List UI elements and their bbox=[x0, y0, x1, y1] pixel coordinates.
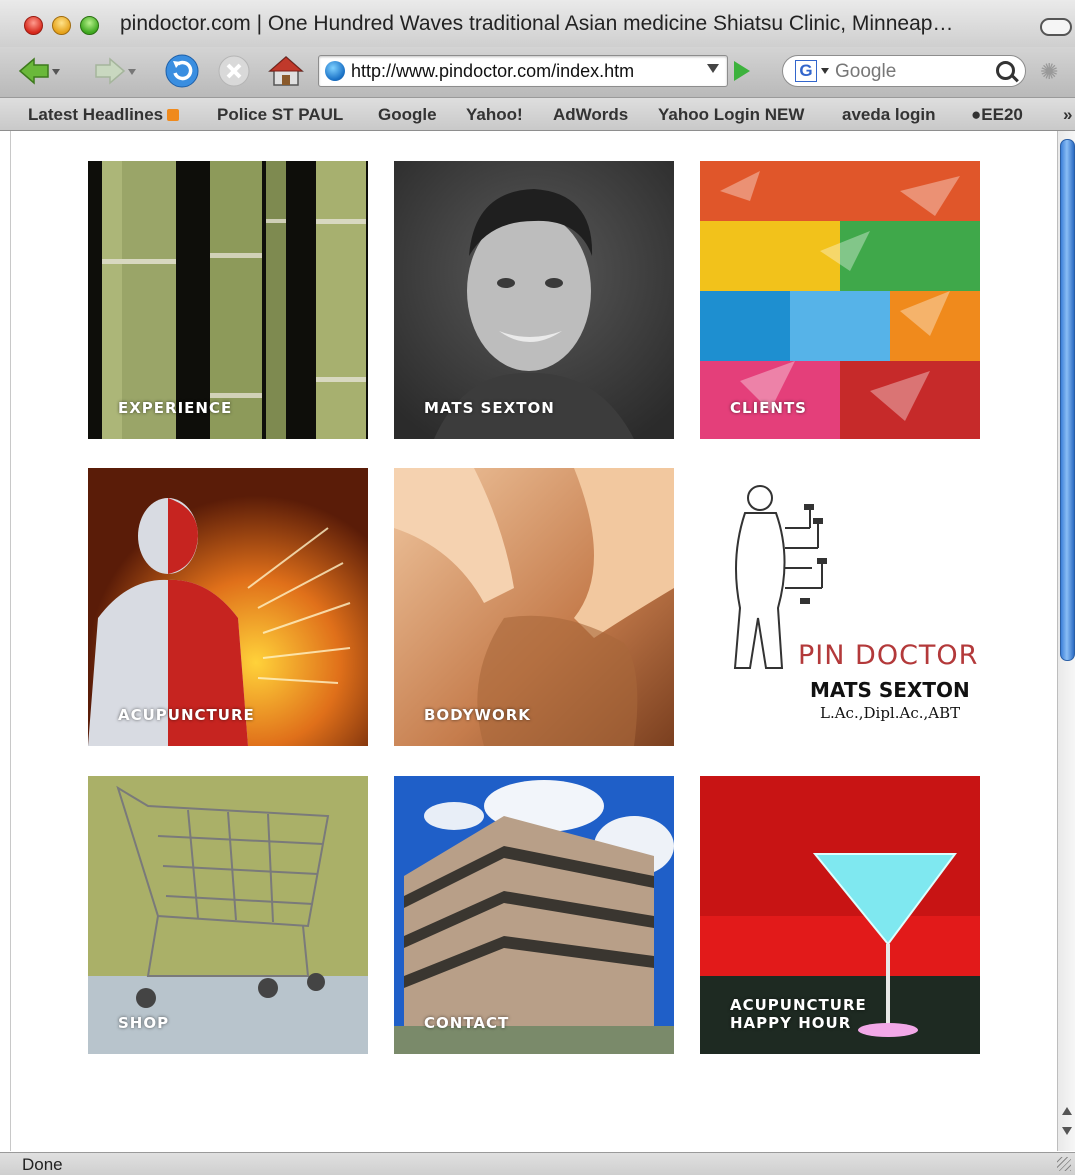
tile-label: CLIENTS bbox=[730, 399, 807, 417]
page-content: EXPERIENCE MATS SEXTON CLIENTS ACUPUNCTU… bbox=[10, 131, 1057, 1151]
bookmark-aveda-login[interactable]: aveda login bbox=[842, 105, 936, 125]
bookmark-latest-headlines[interactable]: Latest Headlines bbox=[28, 105, 180, 125]
stop-button[interactable] bbox=[216, 53, 252, 89]
tile-label: MATS SEXTON bbox=[424, 399, 555, 417]
bookmarks-overflow-button[interactable]: » bbox=[1063, 105, 1072, 125]
tile-label: ACUPUNCTURE HAPPY HOUR bbox=[730, 996, 867, 1032]
stop-icon bbox=[218, 55, 250, 87]
tile-label: BODYWORK bbox=[424, 706, 531, 724]
logo-credentials: L.Ac.,Dipl.Ac.,ABT bbox=[820, 704, 961, 722]
scroll-down-arrow-icon[interactable] bbox=[1062, 1127, 1072, 1135]
rss-feed-icon bbox=[167, 109, 180, 121]
search-input[interactable]: Google bbox=[835, 61, 896, 83]
engine-dropdown-icon[interactable] bbox=[821, 68, 829, 74]
tile-shop[interactable]: SHOP bbox=[88, 776, 368, 1054]
back-arrow-icon bbox=[18, 57, 60, 85]
navigation-toolbar: http://www.pindoctor.com/index.htm G Goo… bbox=[0, 47, 1075, 98]
tile-acupuncture[interactable]: ACUPUNCTURE bbox=[88, 468, 368, 746]
bookmark-ee20[interactable]: ●EE20 bbox=[971, 105, 1023, 125]
back-button[interactable] bbox=[16, 53, 62, 89]
bookmark-google[interactable]: Google bbox=[378, 105, 437, 125]
forward-button[interactable] bbox=[92, 53, 138, 89]
window-title: pindoctor.com | One Hundred Waves tradit… bbox=[120, 12, 954, 35]
logo-name: MATS SEXTON bbox=[810, 678, 970, 702]
tile-experience[interactable]: EXPERIENCE bbox=[88, 161, 368, 439]
search-icon[interactable] bbox=[996, 61, 1015, 80]
tile-clients[interactable]: CLIENTS bbox=[700, 161, 980, 439]
massage-hands-image bbox=[394, 468, 674, 746]
status-bar: Done bbox=[0, 1152, 1075, 1175]
tile-label: CONTACT bbox=[424, 1014, 510, 1032]
title-bar: pindoctor.com | One Hundred Waves tradit… bbox=[0, 0, 1075, 48]
tile-label: SHOP bbox=[118, 1014, 170, 1032]
search-box[interactable]: G Google bbox=[782, 55, 1026, 87]
reload-button[interactable] bbox=[164, 53, 200, 89]
tile-label: EXPERIENCE bbox=[118, 399, 233, 417]
close-window-button[interactable] bbox=[24, 16, 43, 35]
scroll-thumb[interactable] bbox=[1060, 139, 1075, 661]
toolbar-toggle-button[interactable] bbox=[1040, 18, 1072, 36]
pin-doctor-logo[interactable]: PIN DOCTOR MATS SEXTON L.Ac.,Dipl.Ac.,AB… bbox=[700, 468, 980, 746]
logo-title: PIN DOCTOR bbox=[798, 640, 979, 671]
bookmarks-toolbar: Latest Headlines Police ST PAUL Google Y… bbox=[0, 98, 1075, 131]
shopping-cart-image bbox=[88, 776, 368, 1054]
tile-label: ACUPUNCTURE bbox=[118, 706, 255, 724]
tile-contact[interactable]: CONTACT bbox=[394, 776, 674, 1054]
tile-mats-sexton[interactable]: MATS SEXTON bbox=[394, 161, 674, 439]
minimize-window-button[interactable] bbox=[52, 16, 71, 35]
bamboo-image bbox=[88, 161, 368, 439]
office-building-image bbox=[394, 776, 674, 1054]
vertical-scrollbar[interactable] bbox=[1057, 131, 1075, 1151]
bookmark-police-st-paul[interactable]: Police ST PAUL bbox=[217, 105, 343, 125]
status-text: Done bbox=[22, 1155, 63, 1174]
bookmark-yahoo-login-new[interactable]: Yahoo Login NEW bbox=[658, 105, 804, 125]
zoom-window-button[interactable] bbox=[80, 16, 99, 35]
google-engine-icon[interactable]: G bbox=[795, 60, 817, 82]
url-text[interactable]: http://www.pindoctor.com/index.htm bbox=[351, 61, 696, 82]
bookmark-adwords[interactable]: AdWords bbox=[553, 105, 628, 125]
tile-acupuncture-happy-hour[interactable]: ACUPUNCTURE HAPPY HOUR bbox=[700, 776, 980, 1054]
paper-cranes-image bbox=[700, 161, 980, 439]
scroll-up-arrow-icon[interactable] bbox=[1062, 1107, 1072, 1115]
go-button[interactable] bbox=[734, 61, 750, 81]
acupuncture-model-image bbox=[88, 468, 368, 746]
resize-grip-icon[interactable] bbox=[1057, 1157, 1071, 1171]
address-bar[interactable]: http://www.pindoctor.com/index.htm bbox=[318, 55, 728, 87]
home-button[interactable] bbox=[266, 53, 306, 89]
activity-spinner-icon: ✺ bbox=[1040, 59, 1059, 84]
globe-icon bbox=[325, 61, 345, 81]
portrait-photo bbox=[394, 161, 674, 439]
history-dropdown-icon[interactable] bbox=[707, 64, 719, 73]
bookmark-yahoo[interactable]: Yahoo! bbox=[466, 105, 523, 125]
home-icon bbox=[268, 56, 304, 86]
tile-bodywork[interactable]: BODYWORK bbox=[394, 468, 674, 746]
forward-arrow-icon bbox=[95, 57, 136, 85]
reload-icon bbox=[165, 54, 199, 88]
